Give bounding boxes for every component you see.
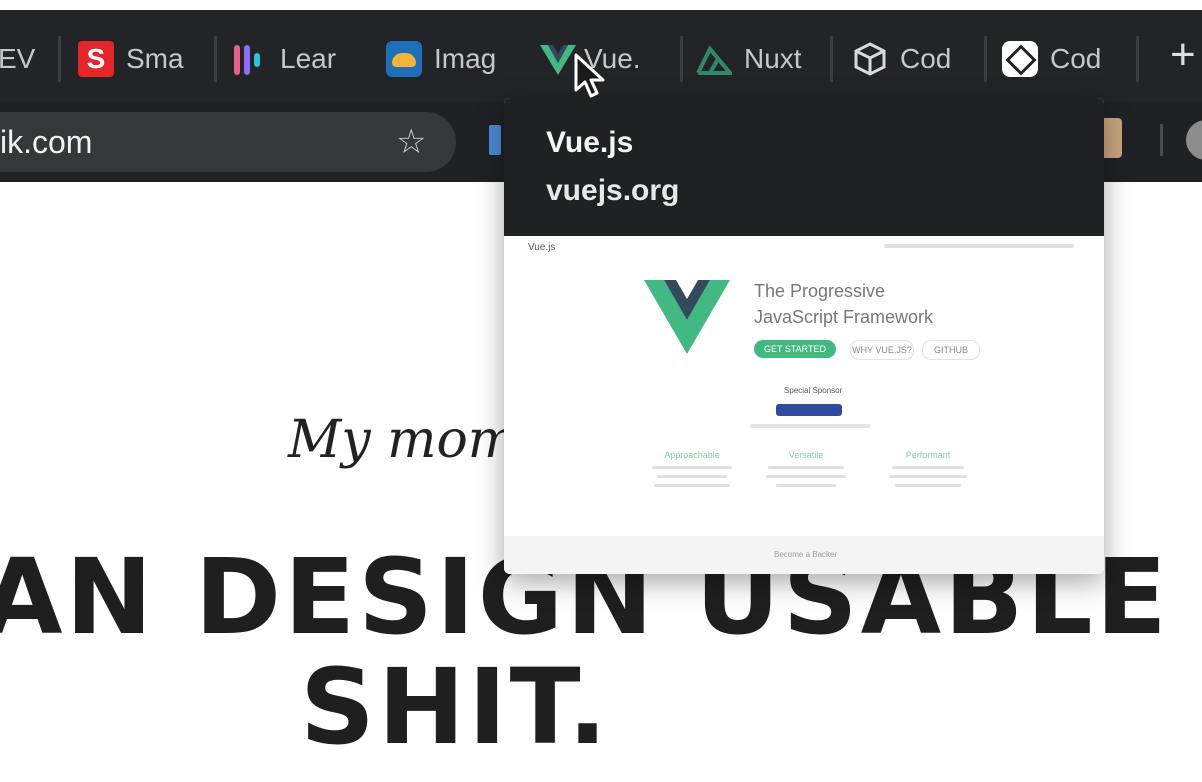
vue-logo-icon [540, 41, 576, 77]
preview-headline-line: JavaScript Framework [754, 307, 934, 327]
bookmark-label: Cod [1050, 43, 1102, 74]
extension-icon[interactable] [489, 125, 501, 155]
bookmark-star-icon[interactable]: ☆ [396, 120, 426, 164]
vue-logo-icon [644, 280, 730, 354]
codesandbox-icon [852, 41, 888, 77]
hover-card-title: Vue.js [546, 126, 634, 159]
address-bar-url[interactable]: ik.com [0, 118, 92, 166]
new-tab-button[interactable]: + [1170, 30, 1196, 80]
smashing-magazine-icon [78, 41, 114, 77]
bookmark-label: Imag [434, 43, 497, 74]
mouse-cursor-icon [574, 53, 605, 98]
bookmark-separator [830, 36, 833, 82]
preview-footer: Become a Backer [504, 536, 1104, 574]
bookmark-separator [680, 36, 683, 82]
preview-feature: Performant [880, 450, 976, 487]
bookmark-item[interactable]: Imag [386, 34, 500, 84]
preview-nav [884, 244, 1074, 248]
preview-sponsor-text [750, 424, 870, 428]
preview-footer-text: Become a Backer [774, 550, 838, 559]
bookmark-label: EV [0, 43, 36, 74]
preview-feature-title: Performant [905, 450, 951, 460]
bookmark-item[interactable]: Lear [232, 34, 342, 84]
bookmark-item[interactable]: EV [0, 34, 38, 84]
bookmark-label: Lear [280, 43, 337, 74]
codepen-icon [1002, 41, 1038, 77]
preview-get-started-button: GET STARTED [754, 340, 836, 358]
bookmark-item[interactable]: Cod [852, 34, 954, 84]
nuxt-logo-icon [696, 41, 735, 77]
preview-headline: The Progressive JavaScript Framework [754, 278, 933, 330]
bookmark-label: Sma [126, 43, 184, 74]
preview-github-button: GITHUB [922, 340, 980, 360]
bookmark-separator [1136, 36, 1139, 82]
learn-icon [232, 41, 268, 77]
bookmark-item[interactable]: Nuxt [696, 34, 802, 84]
window-top-edge [0, 0, 1202, 10]
preview-sponsor-label: Special Sponsor [784, 386, 843, 395]
preview-feature-title: Approachable [664, 450, 720, 460]
bookmark-separator [984, 36, 987, 82]
preview-feature: Approachable [644, 450, 740, 487]
bookmark-item[interactable]: Cod [1002, 34, 1104, 84]
page-headline: SHIT. [300, 646, 611, 768]
preview-site-name: Vue.js [528, 242, 556, 253]
toolbar-separator [1160, 124, 1163, 156]
bookmark-separator [58, 36, 61, 82]
bookmark-label: Cod [900, 43, 952, 74]
bookmark-separator [214, 36, 217, 82]
bookmark-label: Nuxt [744, 43, 802, 74]
preview-feature-title: Versatile [788, 450, 824, 460]
preview-feature: Versatile [758, 450, 854, 487]
preview-headline-line: The Progressive [754, 281, 886, 301]
bookmark-item[interactable]: Sma [78, 34, 188, 84]
page-tagline: My mom [288, 410, 518, 470]
preview-why-button: WHY VUE.JS? [850, 340, 914, 360]
hover-card-header: Vue.js vuejs.org [504, 98, 1104, 236]
tab-hover-card: Vue.js vuejs.org Vue.js The Progressive … [504, 98, 1104, 574]
image-cloud-icon [386, 41, 422, 77]
hover-card-preview: Vue.js The Progressive JavaScript Framew… [504, 236, 1104, 574]
sponsor-logo-icon [776, 404, 842, 416]
hover-card-url: vuejs.org [546, 174, 680, 207]
